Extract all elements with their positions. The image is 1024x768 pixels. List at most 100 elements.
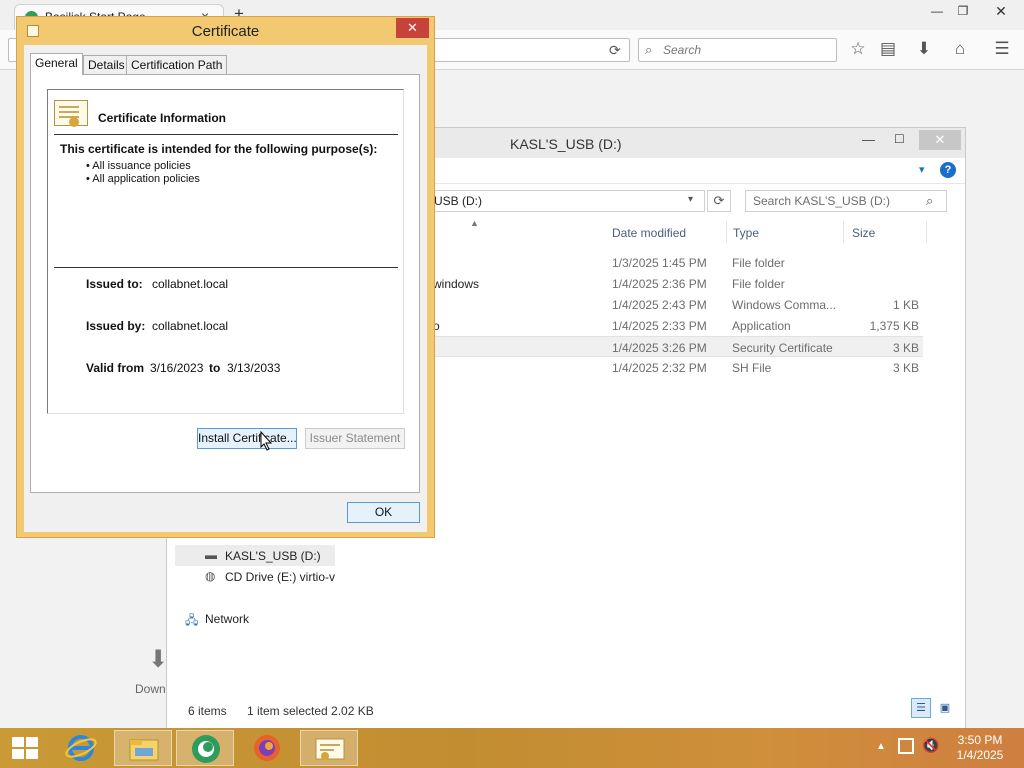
column-separator[interactable] [843, 221, 844, 243]
certificate-info-heading: Certificate Information [98, 111, 227, 125]
issued-by-value: collabnet.local [152, 319, 229, 333]
file-date: 1/4/2025 2:33 PM [612, 319, 707, 333]
home-icon[interactable]: ⌂ [949, 39, 971, 59]
browser-close-button[interactable]: ✕ [980, 0, 1022, 22]
explorer-search-placeholder: Search KASL'S_USB (D:) [753, 194, 891, 208]
network-tray-icon[interactable] [898, 738, 914, 754]
ribbon-expand-icon[interactable]: ▾ [919, 163, 925, 176]
help-icon[interactable]: ? [940, 162, 956, 178]
certificate-dialog: Certificate ✕ General Details Certificat… [16, 16, 435, 538]
taskbar-clock[interactable]: 3:50 PM 1/4/2025 [940, 733, 1020, 763]
install-certificate-button[interactable]: Install Certificate... [197, 428, 297, 449]
certificate-close-button[interactable]: ✕ [396, 18, 429, 38]
menu-icon[interactable]: ☰ [991, 39, 1013, 59]
star-icon[interactable]: ☆ [847, 39, 869, 59]
explorer-search-icon: ⌕ [926, 193, 934, 208]
issuer-statement-button[interactable]: Issuer Statement [305, 428, 405, 449]
tab-certification-path[interactable]: Certification Path [126, 55, 228, 74]
download-icon[interactable]: ⬇ [913, 39, 935, 59]
file-row[interactable]: 1/4/2025 2:32 PM SH File 3 KB [429, 357, 923, 378]
valid-from-label: Valid from [86, 361, 145, 375]
divider [54, 134, 398, 135]
file-size: 3 KB [892, 341, 919, 355]
file-date: 1/4/2025 2:32 PM [612, 361, 707, 375]
windows-logo-icon[interactable] [12, 737, 38, 759]
purpose-heading: This certificate is intended for the fol… [60, 142, 378, 156]
ok-button[interactable]: OK [347, 502, 420, 523]
divider [54, 267, 398, 268]
explorer-search-input[interactable]: Search KASL'S_USB (D:) ⌕ [745, 190, 947, 212]
valid-to-value: 3/13/2033 [227, 361, 281, 375]
taskbar-certificate-button[interactable] [300, 730, 358, 766]
file-row[interactable]: o 1/4/2025 2:33 PM Application 1,375 KB [429, 315, 923, 336]
file-type: File folder [732, 277, 785, 291]
browser-restore-button[interactable]: ❐ [948, 0, 978, 22]
column-size[interactable]: Size [852, 226, 875, 240]
file-row[interactable]: 1/4/2025 2:43 PM Windows Comma... 1 KB [429, 294, 923, 315]
taskbar-firefox-button[interactable] [238, 730, 296, 766]
file-row-selected[interactable]: 1/4/2025 3:26 PM Security Certificate 3 … [429, 336, 923, 357]
large-icons-view-icon[interactable]: ▣ [935, 698, 955, 718]
taskbar-explorer-button[interactable] [114, 730, 172, 766]
reading-list-icon[interactable]: ▤ [877, 39, 899, 59]
column-separator[interactable] [926, 221, 927, 243]
address-bar[interactable]: USB (D:) ▾ [429, 190, 705, 212]
sort-arrow-icon: ▲ [470, 218, 479, 228]
column-type[interactable]: Type [733, 226, 759, 240]
tray-show-hidden-icon[interactable]: ▲ [876, 741, 886, 752]
details-view-icon[interactable]: ☰ [911, 698, 931, 718]
issued-to-value: collabnet.local [152, 277, 229, 291]
download-label[interactable]: Down [135, 682, 166, 696]
drive-icon: ▬ [205, 548, 217, 562]
reload-icon[interactable]: ⟳ [609, 42, 621, 59]
taskbar-basilisk-button[interactable] [176, 730, 234, 766]
file-row[interactable]: windows 1/4/2025 2:36 PM File folder [429, 273, 923, 294]
certificate-dialog-title: Certificate [191, 23, 260, 40]
clock-date: 1/4/2025 [956, 748, 1004, 762]
firefox-icon [254, 735, 280, 761]
valid-to-label: to [209, 361, 221, 375]
explorer-status-bar: 6 items 1 item selected 2.02 KB ☰ ▣ [167, 694, 965, 728]
tab-details[interactable]: Details [83, 55, 130, 74]
file-explorer-icon [129, 739, 159, 761]
nav-item-usb-drive[interactable]: ▬ KASL'S_USB (D:) [175, 545, 335, 566]
file-type: SH File [732, 361, 772, 375]
certificate-info-box: Certificate Information This certificate… [47, 89, 404, 414]
explorer-close-button[interactable]: ✕ [919, 130, 961, 150]
file-size: 1 KB [892, 298, 919, 312]
nav-item-label: Network [205, 612, 250, 626]
file-size: 1,375 KB [869, 319, 919, 333]
issued-to-label: Issued to: [86, 277, 143, 291]
explorer-refresh-button[interactable]: ⟳ [707, 190, 731, 212]
certificate-dialog-body: General Details Certification Path Certi… [24, 45, 427, 532]
nav-item-label: KASL'S_USB (D:) [225, 549, 321, 563]
issued-by-label: Issued by: [86, 319, 146, 333]
status-item-count: 6 items [188, 704, 227, 718]
column-separator[interactable] [726, 221, 727, 243]
explorer-minimize-button[interactable]: — [862, 132, 875, 147]
file-type: File folder [732, 256, 785, 270]
address-dropdown-icon[interactable]: ▾ [688, 194, 693, 205]
nav-item-network[interactable]: 🖧 Network [155, 608, 315, 629]
nav-item-cd-drive[interactable]: ◍ CD Drive (E:) virtio-v [175, 566, 335, 587]
search-icon: ⌕ [645, 42, 653, 57]
file-date: 1/4/2025 2:43 PM [612, 298, 707, 312]
file-type: Application [732, 319, 791, 333]
file-date: 1/3/2025 1:45 PM [612, 256, 707, 270]
file-size: 3 KB [892, 361, 919, 375]
file-date: 1/4/2025 2:36 PM [612, 277, 707, 291]
volume-icon[interactable]: 🔇 [922, 737, 939, 754]
tab-general[interactable]: General [30, 53, 83, 75]
status-selection: 1 item selected 2.02 KB [247, 704, 374, 718]
file-date: 1/4/2025 3:26 PM [612, 341, 707, 355]
column-date-modified[interactable]: Date modified [612, 226, 686, 240]
ie-icon [65, 735, 97, 761]
file-name: windows [433, 277, 480, 291]
taskbar-ie-button[interactable] [52, 730, 110, 766]
explorer-maximize-button[interactable]: ☐ [894, 132, 905, 146]
file-row[interactable]: 1/3/2025 1:45 PM File folder [429, 252, 923, 273]
browser-search-input[interactable]: ⌕ Search [638, 38, 837, 62]
general-tab-panel: Certificate Information This certificate… [30, 74, 420, 493]
purpose-item: • All application policies [86, 173, 200, 185]
certificate-icon [54, 100, 88, 127]
